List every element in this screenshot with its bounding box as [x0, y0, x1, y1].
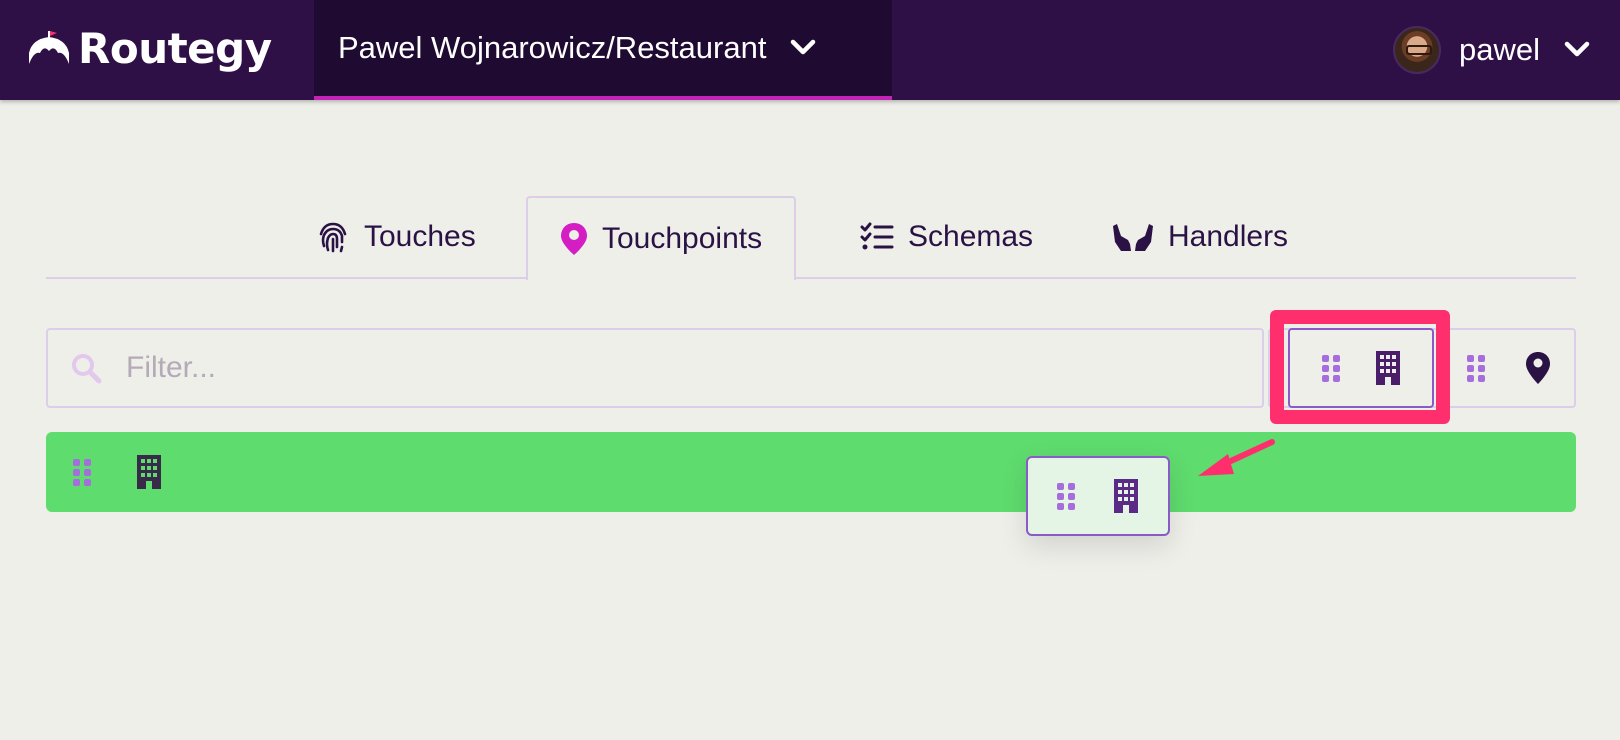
grip-icon [1466, 355, 1485, 382]
search-icon [72, 354, 102, 384]
tab-touchpoints[interactable]: Touchpoints [526, 196, 797, 280]
tab-touchpoints-label: Touchpoints [602, 222, 763, 255]
building-icon [137, 455, 161, 489]
annotation-arrow-icon [1198, 439, 1275, 476]
fingerprint-icon [319, 222, 347, 253]
filter-input[interactable] [126, 351, 1226, 385]
chevron-down-icon [791, 39, 816, 55]
routegy-logo[interactable]: Routegy [26, 18, 272, 78]
view-toggle-building-option[interactable] [1288, 328, 1434, 408]
tab-schemas-label: Schemas [908, 220, 1034, 253]
user-menu[interactable]: pawel [1393, 24, 1590, 76]
tab-schemas[interactable]: Schemas [860, 196, 1033, 278]
filter-bar [46, 328, 1264, 408]
app-name: Routegy [78, 23, 272, 73]
map-marker-icon [561, 223, 587, 255]
hands-icon [1113, 224, 1153, 251]
view-toggle-location-option[interactable] [1446, 330, 1570, 406]
building-icon [1114, 479, 1138, 513]
map-marker-icon [1525, 352, 1550, 384]
mountain-flag-logo-icon [29, 31, 69, 64]
tab-handlers[interactable]: Handlers [1112, 196, 1288, 278]
user-name: pawel [1459, 32, 1540, 67]
grip-icon[interactable] [72, 457, 92, 487]
workspace-name: Pawel Wojnarowicz/Restaurant [338, 30, 767, 65]
tasks-list-icon [860, 222, 894, 250]
chevron-down-icon [1564, 41, 1590, 57]
touchpoint-group-row[interactable] [46, 432, 1576, 512]
grip-icon [1057, 483, 1075, 510]
tabs-divider [46, 277, 1576, 279]
workspace-switcher[interactable]: Pawel Wojnarowicz/Restaurant [314, 0, 892, 100]
tab-handlers-label: Handlers [1168, 220, 1289, 253]
tab-touches[interactable]: Touches [316, 196, 476, 278]
grip-icon [1321, 355, 1340, 382]
drag-preview-building[interactable] [1026, 456, 1170, 536]
building-icon [1375, 351, 1400, 385]
tab-touches-label: Touches [364, 220, 476, 253]
top-navigation-bar: Routegy Pawel Wojnarowicz/Restaurant paw… [0, 0, 1620, 100]
avatar [1393, 26, 1441, 74]
